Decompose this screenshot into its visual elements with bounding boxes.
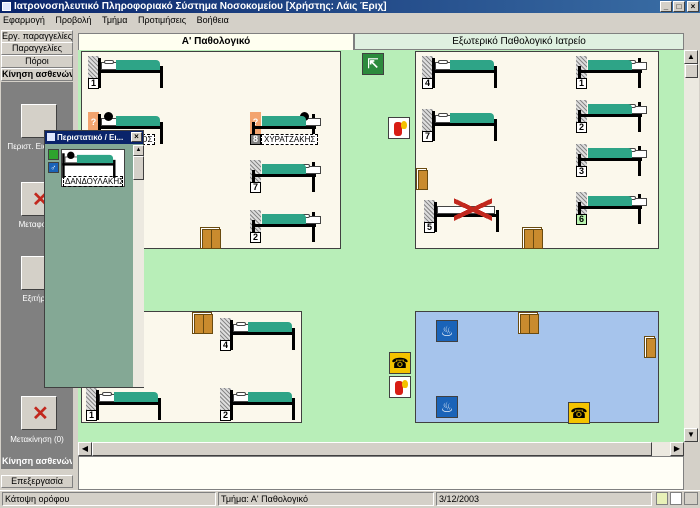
nav-editing[interactable]: Επεξεργασία	[1, 475, 73, 488]
status-date: 3/12/2003	[436, 492, 652, 506]
bed-blocked[interactable]: 5	[424, 198, 500, 234]
bed-number: 1	[86, 410, 97, 421]
menu-application[interactable]: Εφαρμογή	[0, 15, 49, 25]
bed-number: 2	[576, 122, 587, 133]
patient-card[interactable]: ΔΑΝΔΟΥΛΑΚΗΣ	[61, 149, 125, 187]
title-bar: Ιατρονοσηλευτικό Πληροφοριακό Σύστημα Νο…	[0, 0, 700, 13]
maximize-button[interactable]: □	[673, 1, 685, 12]
status-department: Τμήμα: Α' Παθολογικό	[218, 492, 434, 506]
menu-preferences[interactable]: Προτιμήσεις	[134, 15, 190, 25]
fire-extinguisher-icon	[389, 376, 411, 398]
menu-help[interactable]: Βοήθεια	[193, 15, 233, 25]
exit-icon: ⇱	[362, 53, 384, 75]
bed-number: 7	[422, 131, 433, 142]
bed-number: 3	[576, 166, 587, 177]
bed[interactable]: 2	[220, 386, 296, 422]
door-icon	[416, 168, 428, 190]
window-title: Ιατρονοσηλευτικό Πληροφοριακό Σύστημα Νο…	[14, 1, 387, 12]
bed[interactable]: 1	[88, 54, 164, 90]
fire-extinguisher-icon	[388, 117, 410, 139]
room-b: 4 1 2 7 3 6 5	[415, 51, 659, 249]
phone-icon: ☎	[568, 402, 590, 424]
patient-name: ΔΑΝΔΟΥΛΑΚΗΣ	[63, 176, 123, 187]
horizontal-scrollbar[interactable]: ◀ ▶	[78, 442, 684, 456]
tab-outpatient-clinic[interactable]: Εξωτερικό Παθολογικό Ιατρείο	[354, 33, 684, 50]
move-label: Μετακίνηση (0)	[10, 435, 64, 444]
scroll-right-icon[interactable]: ▶	[670, 442, 684, 456]
bed-number: 5	[424, 222, 435, 233]
vertical-scrollbar[interactable]: ▲ ▼	[684, 50, 699, 442]
door-icon	[200, 227, 221, 249]
door-icon	[522, 227, 543, 249]
notes-area	[78, 456, 684, 490]
scroll-left-icon[interactable]: ◀	[78, 442, 92, 456]
menu-bar: Εφαρμογή Προβολή Τμήμα Προτιμήσεις Βοήθε…	[0, 13, 700, 27]
float-panel-scrollbar[interactable]: ▲	[133, 145, 144, 387]
door-icon	[518, 312, 539, 334]
bed-number: 4	[220, 340, 231, 351]
bed[interactable]: 1	[86, 386, 162, 422]
bed[interactable]: 7	[250, 158, 326, 194]
bed-number: 2	[250, 232, 261, 243]
float-panel-close-button[interactable]: ×	[131, 132, 142, 142]
resize-grip-icon[interactable]	[684, 492, 698, 505]
bed[interactable]: 6	[576, 190, 652, 226]
bed[interactable]: 2	[576, 98, 652, 134]
bed[interactable]: ? 8 ΧΥΡΑΤΖΑΚΗΣ	[250, 110, 326, 146]
status-view: Κάτοψη ορόφου	[2, 492, 216, 506]
water-icon: ♨	[436, 396, 458, 418]
bed[interactable]: 3	[576, 142, 652, 178]
app-icon	[2, 2, 11, 11]
door-icon	[644, 336, 656, 358]
bed[interactable]: 4	[422, 54, 498, 90]
nav-orders[interactable]: Παραγγελίες	[1, 42, 73, 55]
scroll-thumb[interactable]	[133, 156, 144, 180]
water-icon: ♨	[436, 320, 458, 342]
bed[interactable]: 7	[422, 107, 498, 143]
bed[interactable]: 4	[220, 316, 296, 352]
patient-float-panel: Περιστατικό / Ει... × ♂ ΔΑΝΔΟΥΛΑΚΗΣ ▲	[44, 130, 144, 388]
bed[interactable]: 2	[250, 208, 326, 244]
phone-icon: ☎	[389, 352, 411, 374]
bed-number: 6	[576, 214, 587, 225]
tray-icon-document[interactable]	[670, 492, 682, 505]
tray-icon-building[interactable]	[656, 492, 668, 505]
bed-number: 8	[250, 134, 261, 145]
close-button[interactable]: ×	[687, 1, 699, 12]
bed[interactable]: 1	[576, 54, 652, 90]
door-icon	[192, 312, 213, 334]
nav-patient-movement[interactable]: Κίνηση ασθενών	[1, 68, 73, 81]
scroll-up-icon[interactable]: ▲	[133, 145, 144, 156]
bed-number: 2	[220, 410, 231, 421]
clinic-room: ♨ ♨ ☎	[415, 311, 659, 424]
move-icon[interactable]: ✕	[21, 396, 57, 430]
move-x-icon: ✕	[32, 403, 49, 425]
nav-resources[interactable]: Πόροι	[1, 55, 73, 68]
menu-view[interactable]: Προβολή	[51, 15, 95, 25]
float-panel-title: Περιστατικό / Ει...	[45, 131, 143, 144]
bed-number: 4	[422, 78, 433, 89]
minimize-button[interactable]: _	[660, 1, 672, 12]
menu-department[interactable]: Τμήμα	[98, 15, 131, 25]
scroll-down-icon[interactable]: ▼	[684, 428, 698, 442]
floor-plan: 1 ? ? ΘΟΣ ? 8 ΧΥΡΑΤΖΑΚΗΣ 7 2 4 1	[78, 50, 684, 442]
nav-patient-movement-footer[interactable]: Κίνηση ασθενών	[1, 455, 73, 469]
tab-pathology-a[interactable]: Α' Παθολογικό	[78, 33, 354, 50]
bed-number: 7	[250, 182, 261, 193]
scroll-thumb[interactable]	[685, 64, 698, 78]
scroll-up-icon[interactable]: ▲	[684, 50, 698, 64]
scroll-thumb[interactable]	[92, 442, 652, 456]
patient-name-tag: ΧΥΡΑΤΖΑΚΗΣ	[261, 134, 319, 145]
bed-number: 1	[88, 78, 99, 89]
bed-number: 1	[576, 78, 587, 89]
